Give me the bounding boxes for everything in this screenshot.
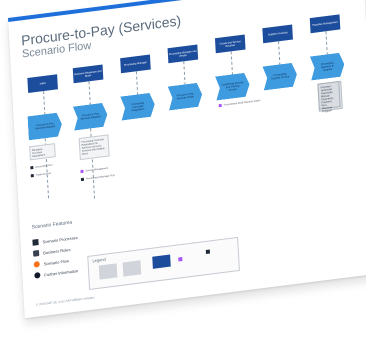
- legend-dark-sample: [205, 249, 211, 255]
- legend-note-sample: [98, 263, 118, 280]
- legend-label-3: Further Information: [44, 267, 79, 277]
- page-title: Procure-to-Pay (Services): [20, 12, 182, 49]
- dark-square-icon: [32, 238, 39, 246]
- dark-square-icon: [30, 174, 34, 178]
- footer-copyright: © 2018 SAP SE or an SAP affiliate compan…: [35, 295, 95, 307]
- connector-1: [88, 81, 91, 106]
- note-procurement-fiori: Procurement Manager Fiori: [85, 173, 115, 181]
- purple-square-icon: [218, 103, 222, 108]
- document-stack: Payment, Automatic Payments, Manual Paym…: [317, 80, 341, 113]
- legend-box: Legend: [87, 236, 240, 290]
- note-processing-requisitions: Processing Purchase Requisitions for Ser…: [78, 134, 110, 161]
- dark-square-icon: [30, 166, 34, 170]
- legend-item-3: Further Information: [34, 266, 78, 280]
- legend-title: Scenario Features: [31, 219, 73, 231]
- legend-box-label: Legend: [92, 256, 106, 264]
- legend-header-sample: [152, 254, 171, 269]
- legend-item-2: Scenario Flow: [33, 256, 70, 268]
- note-trade-account: Trade Account: [35, 171, 52, 177]
- purple-square-icon: [80, 169, 84, 174]
- legend-item-0: Scenario Processes: [32, 233, 78, 247]
- step-3: Procure to Pay Services Order: [168, 82, 203, 110]
- diagram-sheet: Procure-to-Pay (Services) Scenario Flow …: [8, 0, 366, 319]
- connector-3: [183, 61, 186, 86]
- legend-purple-sample: [178, 257, 183, 262]
- connector-4: [230, 51, 234, 76]
- legend-label-1: Business Roles: [42, 246, 71, 255]
- note-warranty: Procurement 2018 Warranty Dates: [223, 99, 261, 107]
- connector-2: [135, 71, 139, 96]
- legend-label-0: Scenario Processes: [42, 234, 78, 244]
- connector-5: [278, 41, 281, 66]
- step-0: Procure-to-Pay Services Request: [27, 112, 62, 140]
- step-1: Procure to Pay Services Request: [73, 102, 108, 130]
- stage: Procure-to-Pay (Services) Scenario Flow …: [0, 0, 366, 349]
- step-2: Processing Purchase Requisition: [120, 92, 155, 120]
- note-accounting: Accounting Fiori: [35, 163, 53, 169]
- legend-doc-sample: [122, 260, 142, 277]
- step-5: Processing Supplier Invoice: [262, 62, 297, 90]
- person-icon: [32, 249, 40, 257]
- note-managing-requisitions: Managing Purchase Requisitions: [29, 143, 56, 161]
- note-service-mgmt: Service Management: [85, 166, 108, 173]
- connector-0: [43, 91, 46, 116]
- legend-label-2: Scenario Flow: [43, 257, 69, 266]
- step-6: Processing Payment to Supplier: [310, 52, 345, 80]
- flow-icon: [33, 260, 40, 268]
- connector-6: [325, 31, 328, 56]
- info-icon: [34, 271, 41, 279]
- dark-square-icon: [80, 177, 85, 182]
- step-4: Confirming Service and Posting Invoice: [215, 72, 250, 100]
